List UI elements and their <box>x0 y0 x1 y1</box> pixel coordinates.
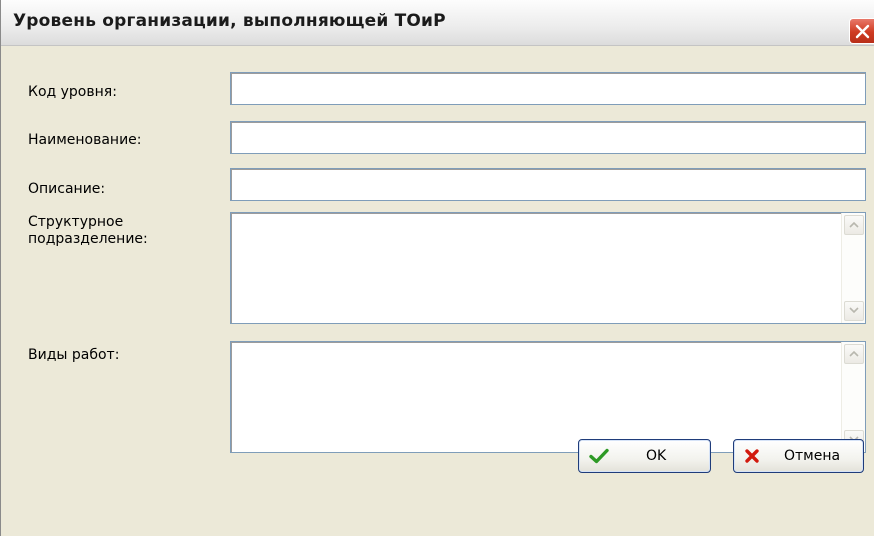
checkmark-icon <box>589 448 609 468</box>
cancel-button-label: Отмена <box>784 448 841 464</box>
dialog-window: Уровень организации, выполняющей ТОиР Ко… <box>0 0 874 536</box>
structural-unit-scrollbar[interactable] <box>841 213 865 323</box>
structural-unit-label: Структурное подразделение: <box>28 214 148 247</box>
description-label: Описание: <box>28 181 106 197</box>
cross-icon <box>744 448 760 468</box>
name-label: Наименование: <box>28 132 142 148</box>
work-types-textarea[interactable] <box>230 341 866 453</box>
work-types-label: Виды работ: <box>28 347 120 363</box>
ok-button-label: OK <box>646 448 667 464</box>
window-title: Уровень организации, выполняющей ТОиР <box>13 11 446 31</box>
scroll-up-button[interactable] <box>844 215 864 235</box>
ok-button[interactable]: OK <box>578 439 711 473</box>
level-code-input[interactable] <box>230 72 866 105</box>
close-button[interactable] <box>849 18 874 44</box>
scroll-up-button[interactable] <box>844 344 864 364</box>
cancel-button[interactable]: Отмена <box>733 439 864 473</box>
work-types-scrollbar[interactable] <box>841 342 865 452</box>
description-input[interactable] <box>230 168 866 201</box>
level-code-label: Код уровня: <box>28 84 117 100</box>
name-input[interactable] <box>230 121 866 154</box>
scroll-down-button[interactable] <box>844 301 864 321</box>
structural-unit-textarea[interactable] <box>230 212 866 324</box>
title-bar[interactable]: Уровень организации, выполняющей ТОиР <box>1 0 874 46</box>
